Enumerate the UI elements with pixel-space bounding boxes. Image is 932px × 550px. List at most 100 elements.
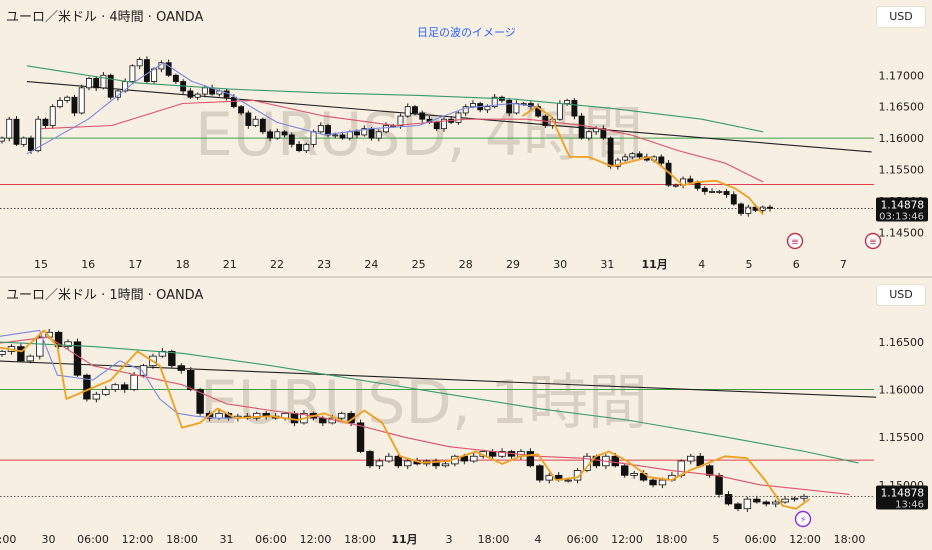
- chart-annotation: 日足の波のイメージ: [417, 26, 516, 39]
- p0-candle-body: [607, 137, 614, 167]
- p0-candle-body: [636, 153, 643, 158]
- p1-candle-body: [790, 497, 799, 500]
- p0-candle-body: [716, 191, 723, 193]
- p0-candle-body: [578, 115, 585, 139]
- p1-candle-body: [168, 350, 176, 367]
- p1-candle-body: [215, 412, 223, 419]
- p0-x-tick-label-12: 31: [600, 258, 614, 271]
- p0-candle-body: [187, 90, 194, 98]
- p1-candle-body: [385, 455, 393, 462]
- currency-button-1h[interactable]: USD: [876, 284, 926, 306]
- p0-candle-body: [20, 137, 27, 145]
- p1-candle-body: [111, 384, 119, 390]
- p0-candle-body: [723, 191, 730, 196]
- p0-x-tick-label-4: 21: [223, 258, 237, 271]
- p0-candle-body: [86, 78, 92, 89]
- p1-x-tick-label-6: 06:00: [255, 533, 287, 546]
- p0-candle-body: [42, 118, 49, 126]
- p0-y-tick-label-1: 1.16500: [879, 101, 925, 114]
- p0-x-tick-label-2: 17: [128, 258, 142, 271]
- p0-candle-body: [433, 121, 440, 130]
- p0-x-tick-label-7: 24: [364, 258, 378, 271]
- p0-candle-body: [28, 137, 34, 152]
- p1-candle-body: [441, 463, 450, 467]
- p0-candle-body: [455, 112, 462, 123]
- p0-candle-body: [470, 103, 476, 108]
- p1-candle-body: [724, 493, 733, 505]
- p0-candle-body: [412, 106, 418, 114]
- p0-candle-body: [709, 191, 715, 193]
- p1-candle-body: [545, 474, 553, 481]
- p0-candle-body: [375, 131, 382, 139]
- p0-candle-body: [143, 59, 150, 82]
- p0-candle-body: [556, 103, 563, 120]
- p0-candle-body: [629, 153, 636, 158]
- p1-candle-body: [92, 393, 101, 400]
- p1-price-tag-value: 1.14878: [881, 487, 924, 499]
- p0-candle-body: [404, 106, 411, 117]
- p1-candle-body: [26, 355, 35, 362]
- p0-candle-body: [172, 74, 179, 82]
- p0-candle-body: [303, 143, 310, 152]
- p1-candle-body: [621, 465, 629, 476]
- chart-1h-svg[interactable]: EURUSD, 1時間1.165001.160001.155001.150001…: [0, 278, 932, 550]
- p0-y-tick-label-3: 1.15500: [879, 163, 925, 176]
- p1-x-tick-label-14: 12:00: [611, 533, 643, 546]
- p1-x-tick-label-17: 06:00: [745, 533, 777, 546]
- p0-candle-body: [593, 128, 600, 133]
- p1-candle-body: [781, 498, 789, 503]
- chart-4h-svg[interactable]: EURUSD, 4時間1.170001.165001.160001.155001…: [0, 0, 932, 276]
- chart-title-1h: ユーロ／米ドル · 1時間 · OANDA: [6, 288, 204, 303]
- p0-candle-body: [230, 96, 237, 108]
- us-flag-event-icon-2-glyph: ≡: [869, 238, 877, 248]
- p0-candle-body: [288, 134, 295, 145]
- p1-candle-body: [394, 455, 402, 467]
- p0-candle-body: [274, 131, 281, 139]
- p0-x-tick-label-15: 5: [746, 258, 753, 271]
- p0-candle-body: [368, 128, 375, 139]
- p0-candle-body: [13, 118, 20, 145]
- p0-candle-body: [201, 87, 208, 95]
- p0-price-tag-value: 1.14878: [881, 200, 924, 212]
- p1-x-tick-label-3: 12:00: [122, 533, 154, 546]
- p0-candle-body: [506, 99, 513, 114]
- p0-candle-body: [6, 118, 13, 139]
- p1-candle-body: [366, 451, 374, 467]
- p0-candle-body: [332, 134, 339, 137]
- p0-x-tick-label-10: 29: [506, 258, 520, 271]
- p1-candle-body: [130, 374, 138, 390]
- p0-candle-body: [310, 131, 317, 145]
- p1-x-tick-label-8: 18:00: [344, 533, 376, 546]
- chart-pane-4h[interactable]: EURUSD, 4時間 1.17000 1.16500 1.16000 1.15500 1…: [0, 0, 932, 276]
- p0-candle-body: [346, 131, 353, 139]
- p0-candle-body: [571, 99, 578, 117]
- p1-candle-body: [36, 336, 44, 357]
- p1-x-tick-label-16: 5: [713, 533, 720, 546]
- p1-candle-body: [470, 455, 478, 462]
- p1-x-tick-label-7: 12:00: [300, 533, 332, 546]
- p1-candle-body: [290, 412, 299, 424]
- us-flag-event-icon-glyph: ≡: [791, 238, 799, 248]
- p0-candle-body: [658, 156, 665, 164]
- p1-candle-body: [337, 412, 346, 419]
- p1-candle-body: [404, 460, 412, 467]
- p0-x-tick-label-5: 22: [270, 258, 284, 271]
- p0-candle-body: [259, 118, 266, 133]
- p0-x-tick-label-9: 28: [459, 258, 473, 271]
- p1-candle-body: [715, 474, 723, 495]
- currency-button-4h[interactable]: USD: [876, 6, 926, 28]
- p0-candle-body: [267, 131, 274, 139]
- p1-candle-body: [687, 455, 695, 462]
- p0-candle-body: [325, 125, 331, 136]
- chart-pane-1h[interactable]: EURUSD, 1時間 1.16500 1.16000 1.15500 1.15000 1…: [0, 278, 932, 550]
- p1-candle-body: [753, 498, 761, 503]
- p0-candle-body: [317, 125, 324, 133]
- p1-y-tick-label-2: 1.15500: [879, 431, 925, 444]
- p0-candle-body: [129, 65, 136, 82]
- p1-candle-body: [743, 498, 752, 510]
- p0-candle-body: [252, 118, 259, 126]
- p0-candle-body: [136, 59, 143, 67]
- p1-x-tick-label-2: 06:00: [77, 533, 109, 546]
- p1-x-tick-label-0: 0:00: [0, 533, 16, 546]
- p0-candle-body: [93, 78, 100, 89]
